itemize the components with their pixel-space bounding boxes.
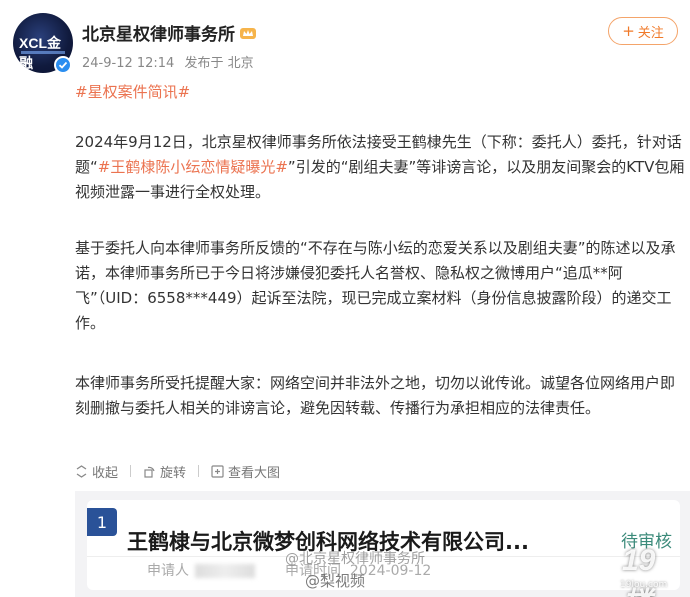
watermark-lawfirm: @北京星权律师事务所 <box>285 548 425 568</box>
verified-badge-icon <box>54 56 72 74</box>
avatar-decoration <box>21 51 65 54</box>
action-divider <box>130 465 132 477</box>
collapse-label: 收起 <box>92 465 119 481</box>
post-meta: 24-9-12 12:14 发布于 北京 <box>82 52 260 71</box>
vip-crown-icon <box>240 27 256 39</box>
rotate-label: 旋转 <box>160 465 187 481</box>
collapse-button[interactable]: 收起 <box>75 461 118 481</box>
post-paragraph-1: 2024年9月12日，北京星权律师事务所依法接受王鹤棣先生（下称：委托人）委托，… <box>75 130 685 205</box>
blurred-applicant <box>195 564 255 578</box>
follow-label: 关注 <box>637 25 664 41</box>
post-paragraph-3: 本律师事务所受托提醒大家：网络空间并非法外之地，切勿以讹传讹。诚望各位网络用户即… <box>75 374 676 417</box>
case-number-badge: 1 <box>87 508 117 536</box>
logo-domain: 19lou.com <box>620 580 668 590</box>
watermark-pear-video: @梨视频 <box>305 570 365 591</box>
watermark-text-2: @梨视频 <box>305 572 366 590</box>
post-paragraph-2: 基于委托人向本律师事务所反馈的“不存在与陈小纭的恋爱关系以及剧组夫妻”的陈述以及… <box>75 239 676 332</box>
zoom-image-icon <box>211 464 224 478</box>
post-time[interactable]: 24-9-12 12:14 <box>82 56 174 71</box>
watermark-text-1: @北京星权律师事务所 <box>285 551 425 567</box>
follow-button[interactable]: + 关注 <box>608 17 678 45</box>
applicant-label: 申请人 <box>147 563 189 579</box>
account-name[interactable]: 北京星权律师事务所 <box>82 20 235 45</box>
image-actions: 收起 旋转 查看大图 <box>75 461 292 481</box>
post-source: 发布于 北京 <box>184 56 254 71</box>
post-header: XCL金融 北京星权律师事务所 24-9-12 12:14 发布于 北京 + 关… <box>0 0 690 90</box>
view-large-label: 查看大图 <box>228 465 281 481</box>
collapse-icon <box>76 464 87 478</box>
view-large-button[interactable]: 查看大图 <box>211 461 280 481</box>
name-row: 北京星权律师事务所 <box>82 20 256 45</box>
watermark-19lou-logo: 19楼 19lou.com <box>620 538 680 597</box>
topic-link[interactable]: #王鹤棣陈小纭恋情疑曝光# <box>98 158 288 176</box>
plus-icon: + <box>622 22 635 40</box>
rotate-button[interactable]: 旋转 <box>143 461 186 481</box>
post-image[interactable]: 1 王鹤棣与北京微梦创科网络技术有限公司... 待审核 申请人 申请时间 2024… <box>75 491 690 597</box>
rotate-icon <box>144 466 155 478</box>
case-card: 1 王鹤棣与北京微梦创科网络技术有限公司... 待审核 申请人 申请时间 2024… <box>87 500 680 590</box>
topic-hashtag[interactable]: #星权案件简讯# <box>75 81 190 102</box>
action-divider <box>198 465 200 477</box>
